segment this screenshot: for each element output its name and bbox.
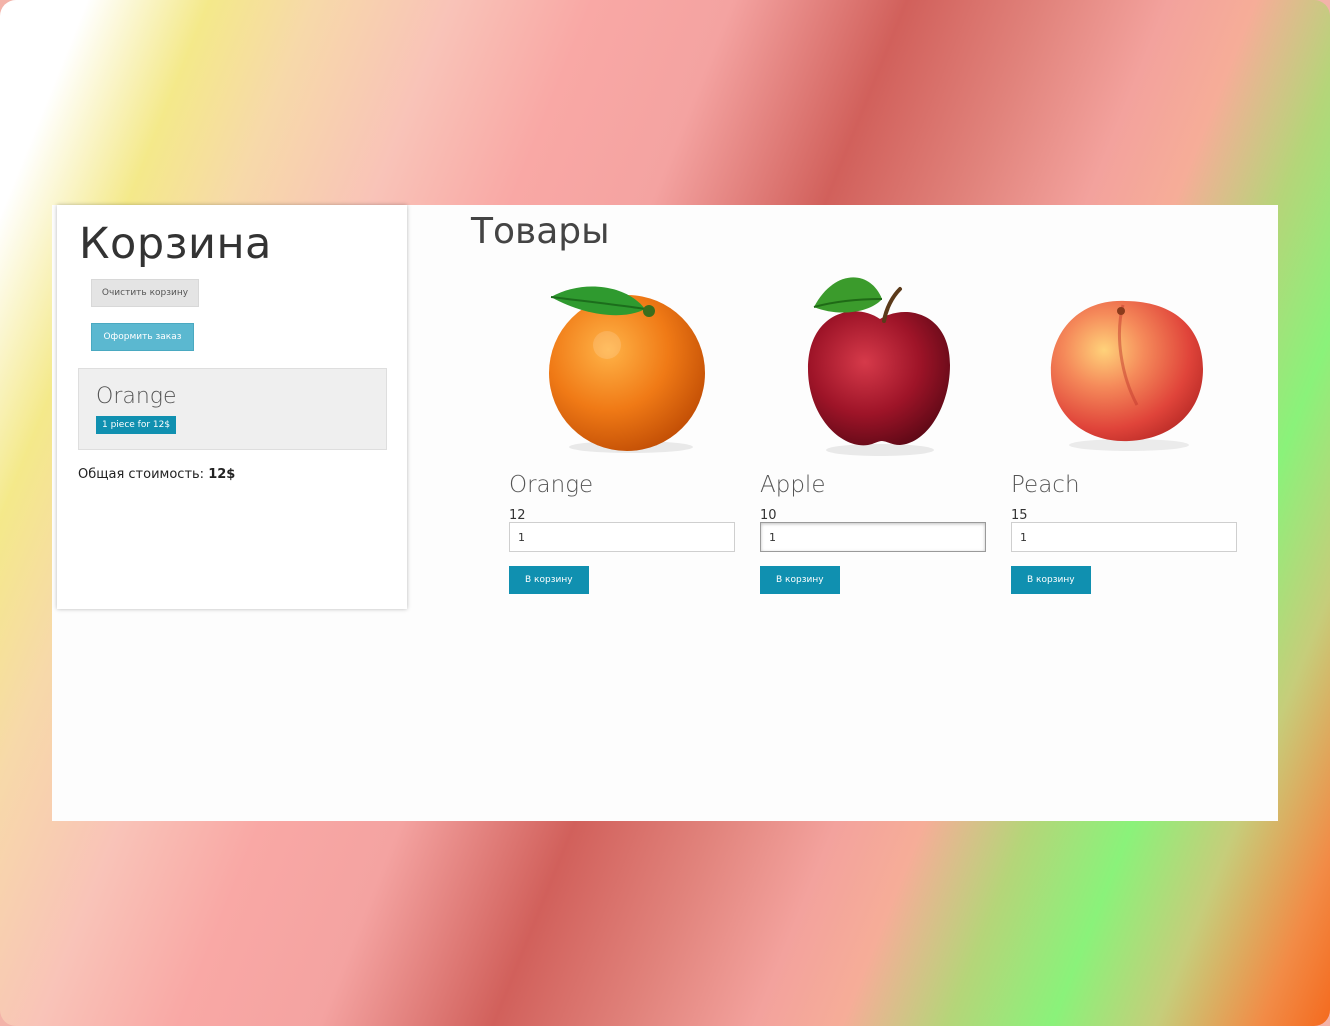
cart-total: Общая стоимость: 12$ xyxy=(78,467,235,482)
clear-cart-button[interactable]: Очистить корзину xyxy=(91,279,199,307)
peach-icon xyxy=(1011,265,1239,465)
product-price: 15 xyxy=(1011,508,1028,523)
cart-panel: Корзина Очистить корзину Оформить заказ … xyxy=(57,205,407,609)
product-card-orange: Orange 12 В корзину xyxy=(509,265,737,605)
cart-total-value: 12$ xyxy=(208,467,236,482)
cart-item: Orange 1 piece for 12$ xyxy=(78,368,387,450)
orange-icon xyxy=(509,265,737,465)
place-order-button[interactable]: Оформить заказ xyxy=(91,323,194,351)
apple-icon xyxy=(760,265,988,465)
product-card-apple: Apple 10 В корзину xyxy=(760,265,988,605)
add-to-cart-button[interactable]: В корзину xyxy=(760,566,840,594)
add-to-cart-button[interactable]: В корзину xyxy=(509,566,589,594)
quantity-input[interactable] xyxy=(509,522,735,552)
product-card-peach: Peach 15 В корзину xyxy=(1011,265,1239,605)
add-to-cart-button[interactable]: В корзину xyxy=(1011,566,1091,594)
products-title: Товары xyxy=(471,211,610,252)
quantity-input[interactable] xyxy=(1011,522,1237,552)
cart-title: Корзина xyxy=(79,219,272,269)
product-name: Apple xyxy=(760,472,826,498)
shop-page: Корзина Очистить корзину Оформить заказ … xyxy=(52,205,1278,821)
quantity-input[interactable] xyxy=(760,522,986,552)
product-name: Orange xyxy=(509,472,594,498)
product-price: 10 xyxy=(760,508,777,523)
cart-total-label: Общая стоимость: xyxy=(78,467,205,482)
cart-item-quantity-badge: 1 piece for 12$ xyxy=(96,416,177,434)
product-name: Peach xyxy=(1011,472,1080,498)
cart-item-name: Orange xyxy=(96,384,177,409)
product-price: 12 xyxy=(509,508,526,523)
